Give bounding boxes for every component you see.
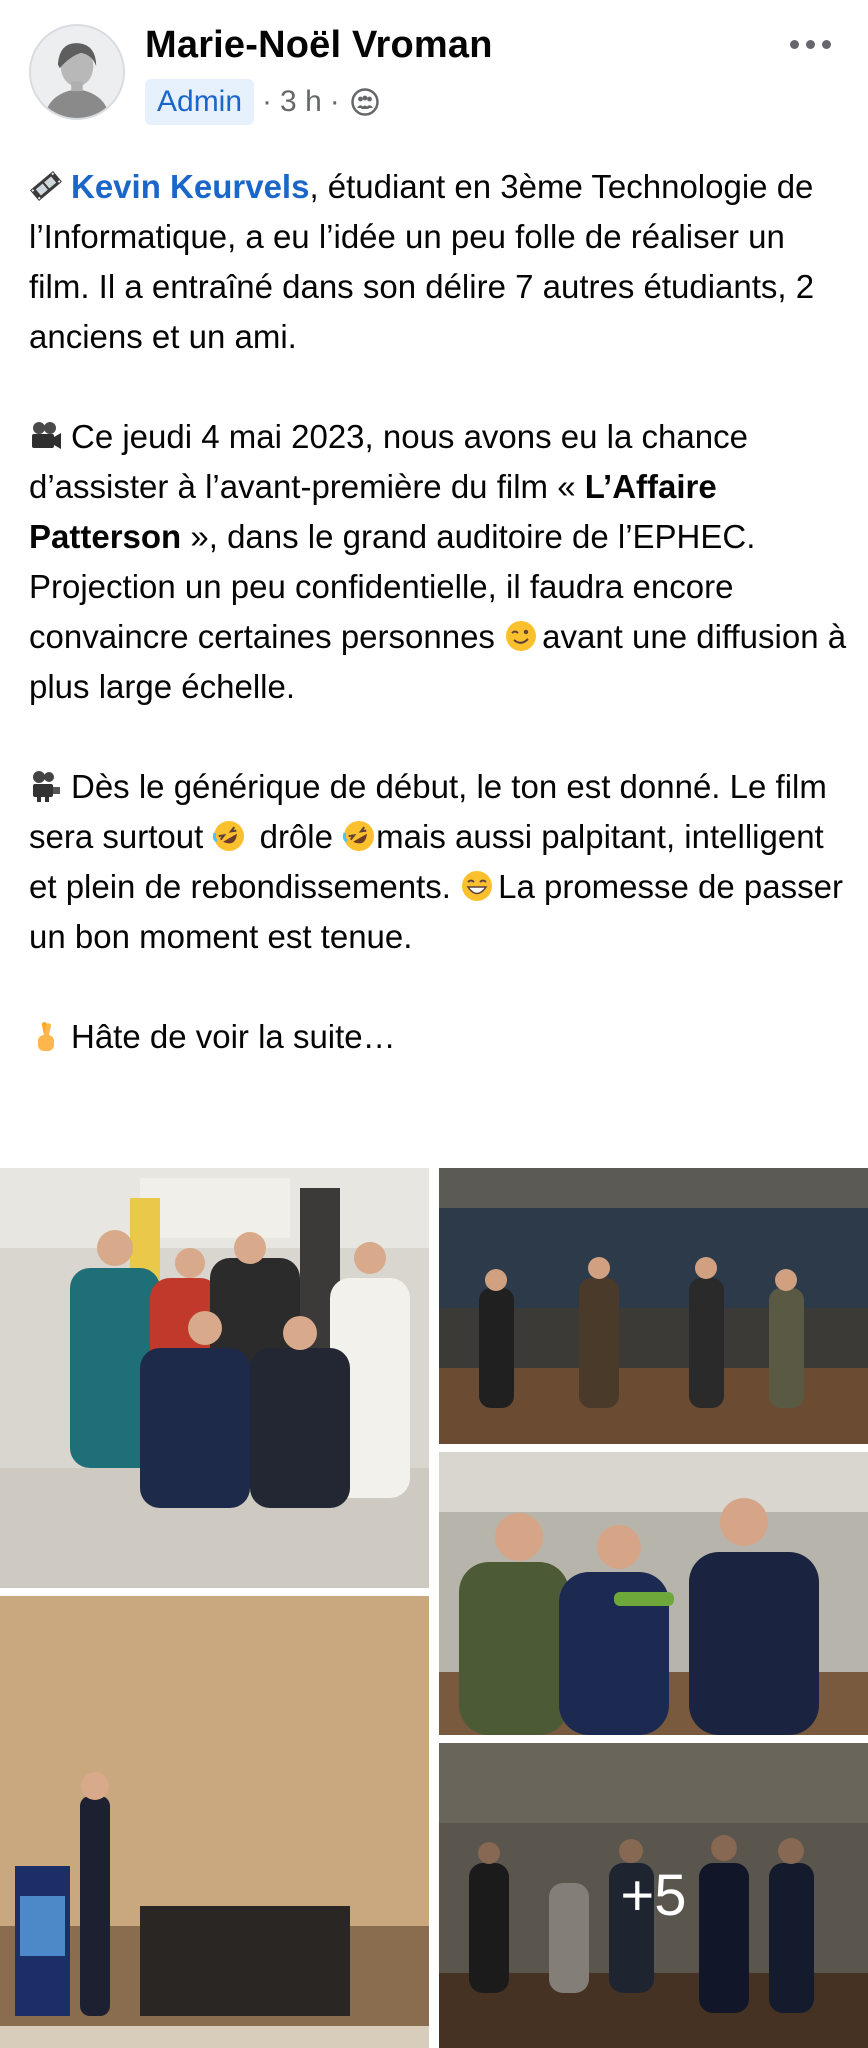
more-photos-count[interactable]: +5 <box>439 1743 868 2048</box>
paragraph-1: Kevin Keurvels, étudiant en 3ème Technol… <box>29 162 849 362</box>
meta-separator: · <box>329 85 340 118</box>
post-header: Marie-Noël Vroman Admin · 3 h · <box>0 0 868 140</box>
grinning-face-emoji <box>460 867 494 901</box>
paragraph-2: Ce jeudi 4 mai 2023, nous avons eu la ch… <box>29 412 849 712</box>
mention-link[interactable]: Kevin Keurvels <box>71 168 309 205</box>
photo-group-hallway[interactable] <box>0 1168 429 1588</box>
post-meta: Admin · 3 h · <box>145 79 380 125</box>
more-dots-icon[interactable] <box>780 26 840 62</box>
facebook-post: Marie-Noël Vroman Admin · 3 h · Kevin Ke… <box>0 0 868 2048</box>
rolling-laughing-emoji <box>342 817 376 851</box>
film-projector-emoji <box>29 767 63 802</box>
avatar-portrait <box>31 26 123 118</box>
paragraph-3: Dès le générique de début, le ton est do… <box>29 762 849 962</box>
photo-auditorium-toast[interactable] <box>439 1168 868 1444</box>
post-text: Kevin Keurvels, étudiant en 3ème Technol… <box>29 162 849 1062</box>
dot <box>821 39 831 49</box>
post-time[interactable]: 3 h <box>280 85 322 119</box>
dot <box>805 39 815 49</box>
crossed-fingers-emoji <box>29 1017 63 1051</box>
author-name[interactable]: Marie-Noël Vroman <box>145 24 493 67</box>
film-strip-emoji <box>29 167 63 202</box>
photo-more-overlay[interactable]: +5 <box>439 1743 868 2048</box>
winking-face-emoji <box>504 617 538 651</box>
paragraph-text: Hâte de voir la suite… <box>71 1018 396 1055</box>
rolling-laughing-emoji <box>212 817 246 851</box>
author-avatar[interactable] <box>29 24 125 120</box>
photo-presenter-podium[interactable] <box>0 1596 429 2048</box>
dot <box>789 39 799 49</box>
movie-camera-emoji <box>29 417 63 451</box>
friends-group-icon[interactable] <box>350 87 380 117</box>
photo-grid: +5 <box>0 1160 868 2048</box>
photo-champagne-pour[interactable] <box>439 1452 868 1735</box>
paragraph-text: drôle <box>250 818 343 855</box>
meta-separator: · <box>262 85 273 118</box>
admin-badge: Admin <box>145 79 255 125</box>
paragraph-4: Hâte de voir la suite… <box>29 1012 849 1062</box>
